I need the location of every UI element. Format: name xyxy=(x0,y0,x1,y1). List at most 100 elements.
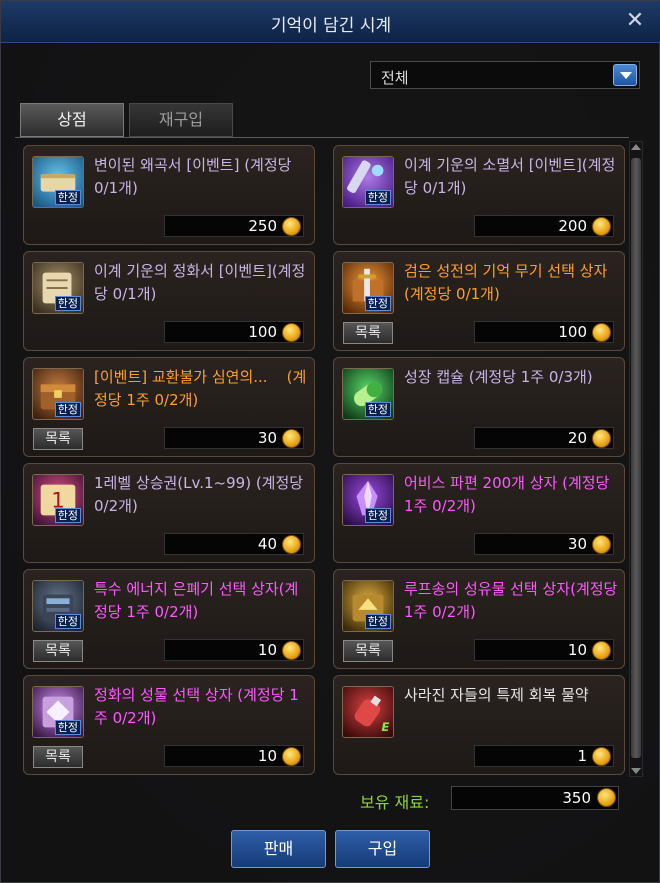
scrollbar[interactable] xyxy=(629,141,643,777)
shop-item-card[interactable]: 한정 이계 기운의 정화서 [이벤트](계정당 0/1개) 100 xyxy=(23,251,315,351)
shop-item-card[interactable]: 1 한정 1레벨 상승권(Lv.1~99) (계정당 0/2개) 40 xyxy=(23,463,315,563)
item-price: 200 xyxy=(558,217,587,235)
weapon-box-icon[interactable]: 한정 xyxy=(342,262,394,314)
coin-icon xyxy=(282,323,301,342)
shop-item-card[interactable]: 한정 어비스 파편 200개 상자 (계정당 1주 0/2개) 30 xyxy=(333,463,625,563)
scroll-icon[interactable]: 한정 xyxy=(32,156,84,208)
limited-badge: 한정 xyxy=(364,296,391,311)
scroll-up-icon[interactable] xyxy=(631,144,641,150)
shop-item-card[interactable]: 한정 변이된 왜곡서 [이벤트] (계정당 0/1개) 250 xyxy=(23,145,315,245)
owned-material-label: 보유 재료: xyxy=(360,793,430,812)
item-price-box: 30 xyxy=(164,427,304,449)
shop-item-card[interactable]: 한정 특수 에너지 은폐기 선택 상자(계정당 1주 0/2개) 목록 10 xyxy=(23,569,315,669)
item-price-box: 10 xyxy=(164,639,304,661)
shop-item-card[interactable]: 한정 검은 성전의 기억 무기 선택 상자(계정당 0/1개) 목록 100 xyxy=(333,251,625,351)
item-name: 성장 캡슐 (계정당 1주 0/3개) xyxy=(404,368,593,386)
coin-icon xyxy=(282,535,301,554)
item-price: 30 xyxy=(567,535,587,553)
item-price-box: 30 xyxy=(474,533,614,555)
owned-material-value: 350 xyxy=(562,789,591,807)
coin-icon xyxy=(282,747,301,766)
tab-shop[interactable]: 상점 xyxy=(20,103,124,137)
item-name: 검은 성전의 기억 무기 선택 상자(계정당 0/1개) xyxy=(404,262,608,303)
coin-icon xyxy=(282,217,301,236)
item-list-button[interactable]: 목록 xyxy=(33,428,83,450)
item-name: 1레벨 상승권(Lv.1~99) (계정당 0/2개) xyxy=(94,474,308,515)
coin-icon xyxy=(592,535,611,554)
item-price: 10 xyxy=(257,641,277,659)
item-name: [이벤트] 교환불가 심연의... (계정당 1주 0/2개) xyxy=(94,368,307,409)
energy-box-icon[interactable]: 한정 xyxy=(32,580,84,632)
limited-badge: 한정 xyxy=(364,402,391,417)
category-filter-dropdown[interactable]: 전체 xyxy=(370,61,640,89)
coin-icon xyxy=(282,429,301,448)
scroll-thumb[interactable] xyxy=(631,158,641,758)
limited-badge: 한정 xyxy=(364,508,391,523)
limited-badge: 한정 xyxy=(54,402,81,417)
holy-box-icon[interactable]: 한정 xyxy=(32,686,84,738)
item-price: 10 xyxy=(567,641,587,659)
limited-badge: 한정 xyxy=(364,190,391,205)
tab-divider xyxy=(15,137,629,138)
item-price-box: 100 xyxy=(474,321,614,343)
item-price-box: 200 xyxy=(474,215,614,237)
shop-item-card[interactable]: 한정 [이벤트] 교환불가 심연의... (계정당 1주 0/2개) 목록 30 xyxy=(23,357,315,457)
item-list-button[interactable]: 목록 xyxy=(343,322,393,344)
parchment-icon[interactable]: 한정 xyxy=(32,262,84,314)
tab-repurchase[interactable]: 재구입 xyxy=(129,103,233,137)
item-price-box: 10 xyxy=(164,745,304,767)
coin-icon xyxy=(597,788,616,807)
item-name: 변이된 왜곡서 [이벤트] (계정당 0/1개) xyxy=(94,156,297,197)
capsule-icon[interactable]: 한정 xyxy=(342,368,394,420)
coin-icon xyxy=(592,747,611,766)
item-list-button[interactable]: 목록 xyxy=(33,640,83,662)
item-name: 특수 에너지 은폐기 선택 상자(계정당 1주 0/2개) xyxy=(94,580,299,621)
item-price-box: 1 xyxy=(474,745,614,767)
shop-item-card[interactable]: E 사라진 자들의 특제 회복 물약 1 xyxy=(333,675,625,775)
item-price-box: 100 xyxy=(164,321,304,343)
item-price: 100 xyxy=(558,323,587,341)
item-name: 루프송의 성유물 선택 상자(계정당 1주 0/2개) xyxy=(404,580,623,621)
item-list-button[interactable]: 목록 xyxy=(343,640,393,662)
limited-badge: 한정 xyxy=(54,508,81,523)
item-price-box: 40 xyxy=(164,533,304,555)
title-bar[interactable]: 기억이 담긴 시계 ✕ xyxy=(1,1,660,43)
limited-badge: 한정 xyxy=(54,296,81,311)
window-title: 기억이 담긴 시계 xyxy=(270,16,392,36)
potion-icon[interactable]: E xyxy=(342,686,394,738)
buy-button[interactable]: 구입 xyxy=(335,830,430,868)
shop-item-card[interactable]: 한정 정화의 성물 선택 상자 (계정당 1주 0/2개) 목록 10 xyxy=(23,675,315,775)
shop-item-card[interactable]: 한정 루프송의 성유물 선택 상자(계정당 1주 0/2개) 목록 10 xyxy=(333,569,625,669)
svg-text:E: E xyxy=(381,720,389,734)
sell-button[interactable]: 판매 xyxy=(231,830,326,868)
close-icon[interactable]: ✕ xyxy=(623,9,647,33)
abyss-crystal-icon[interactable]: 한정 xyxy=(342,474,394,526)
item-name: 정화의 성물 선택 상자 (계정당 1주 0/2개) xyxy=(94,686,299,727)
shop-item-card[interactable]: 한정 이계 기운의 소멸서 [이벤트](계정당 0/1개) 200 xyxy=(333,145,625,245)
scroll-down-icon[interactable] xyxy=(631,768,641,774)
item-price: 250 xyxy=(248,217,277,235)
chevron-down-icon[interactable] xyxy=(613,64,637,86)
item-price: 20 xyxy=(567,429,587,447)
purple-scroll-icon[interactable]: 한정 xyxy=(342,156,394,208)
chest-icon[interactable]: 한정 xyxy=(32,368,84,420)
limited-badge: 한정 xyxy=(54,720,81,735)
relic-box-icon[interactable]: 한정 xyxy=(342,580,394,632)
filter-selected-value: 전체 xyxy=(381,69,409,87)
level-ticket-icon[interactable]: 1 한정 xyxy=(32,474,84,526)
item-price: 100 xyxy=(248,323,277,341)
owned-material-box: 350 xyxy=(451,786,619,810)
limited-badge: 한정 xyxy=(364,614,391,629)
item-price: 1 xyxy=(577,747,587,765)
item-price-box: 250 xyxy=(164,215,304,237)
limited-badge: 한정 xyxy=(54,614,81,629)
shop-item-card[interactable]: 한정 성장 캡슐 (계정당 1주 0/3개) 20 xyxy=(333,357,625,457)
item-price: 10 xyxy=(257,747,277,765)
coin-icon xyxy=(592,641,611,660)
item-list-button[interactable]: 목록 xyxy=(33,746,83,768)
memory-clock-shop-window: 기억이 담긴 시계 ✕ 전체 상점 재구입 한정 변이된 왜곡서 [이벤트] (계… xyxy=(0,0,660,883)
item-price: 40 xyxy=(257,535,277,553)
item-name: 어비스 파편 200개 상자 (계정당 1주 0/2개) xyxy=(404,474,615,515)
item-price-box: 10 xyxy=(474,639,614,661)
limited-badge: 한정 xyxy=(54,190,81,205)
